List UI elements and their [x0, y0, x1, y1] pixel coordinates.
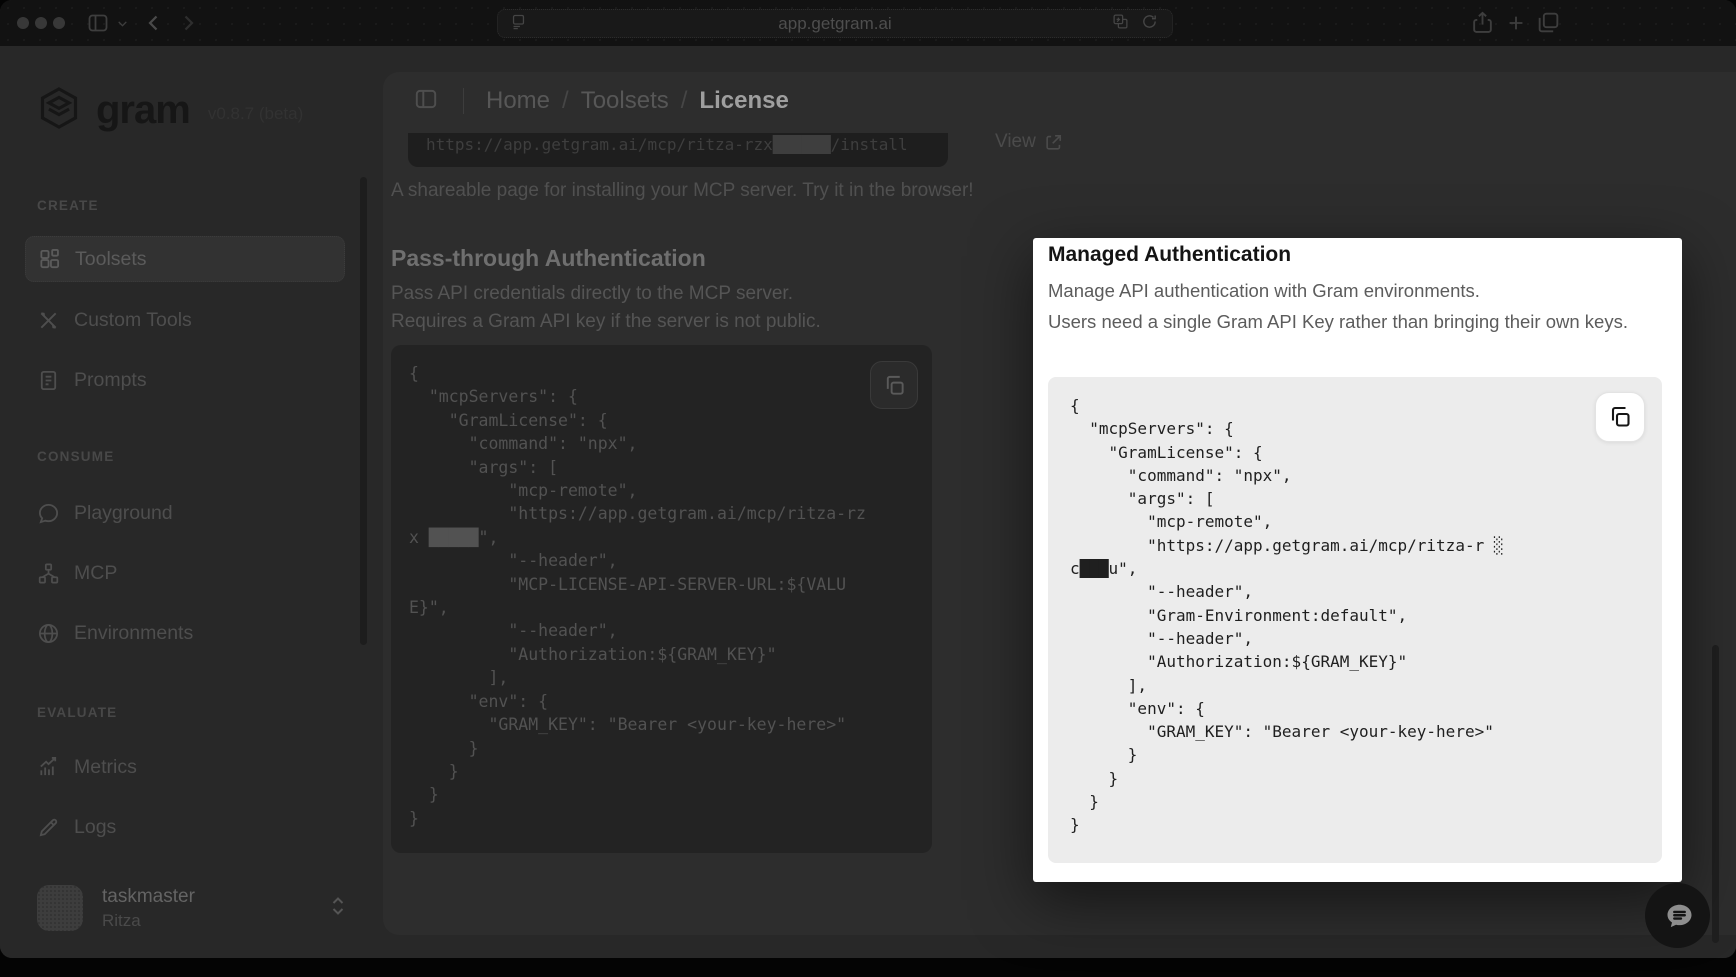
user-name: taskmaster — [102, 886, 195, 908]
sidebar-item-metrics[interactable]: Metrics — [25, 744, 345, 790]
traffic-lights — [17, 17, 65, 29]
copy-icon — [1608, 405, 1632, 429]
sidebar-item-label: Environments — [74, 622, 193, 645]
screenshot-stage: app.getgram.ai — [0, 0, 1736, 977]
browser-chrome: app.getgram.ai — [0, 0, 1736, 46]
gram-logo-icon — [36, 86, 82, 135]
network-icon — [37, 562, 60, 585]
breadcrumb: Home / Toolsets / License — [486, 87, 789, 115]
managed-auth-title: Managed Authentication — [1048, 243, 1291, 267]
brand-version: v0.8.7 (beta) — [208, 98, 303, 124]
external-link-icon — [1044, 133, 1063, 152]
breadcrumb-toolsets[interactable]: Toolsets — [581, 87, 669, 115]
pencil-icon — [37, 816, 60, 839]
new-tab-icon[interactable] — [1505, 12, 1527, 34]
passthrough-code-block: { "mcpServers": { "GramLicense": { "comm… — [391, 345, 932, 853]
address-bar[interactable]: app.getgram.ai — [497, 9, 1173, 38]
sidebar-item-label: Logs — [74, 816, 116, 839]
forward-icon[interactable] — [176, 11, 200, 35]
sidebar-item-playground[interactable]: Playground — [25, 490, 345, 536]
zoom-window-button[interactable] — [53, 17, 65, 29]
toolbar-sidebar-icon[interactable] — [86, 11, 110, 35]
sidebar-item-custom-tools[interactable]: Custom Tools — [25, 297, 345, 343]
sidebar-item-label: Prompts — [74, 369, 147, 392]
passthrough-code[interactable]: { "mcpServers": { "GramLicense": { "comm… — [391, 345, 932, 847]
custom-tools-icon — [37, 309, 60, 332]
chat-bubble-icon — [37, 502, 60, 525]
breadcrumb-home[interactable]: Home — [486, 87, 550, 115]
passthrough-desc-1: Pass API credentials directly to the MCP… — [391, 283, 793, 305]
nav-section-consume: CONSUME — [37, 449, 114, 464]
prompts-icon — [37, 369, 60, 392]
sidebar-item-label: Toolsets — [75, 248, 147, 271]
window-scrollbar-thumb[interactable] — [1712, 645, 1719, 943]
sidebar-item-logs[interactable]: Logs — [25, 804, 345, 850]
sidebar-item-mcp[interactable]: MCP — [25, 550, 345, 596]
managed-auth-code-block: { "mcpServers": { "GramLicense": { "comm… — [1048, 377, 1662, 863]
managed-auth-desc: Manage API authentication with Gram envi… — [1048, 276, 1662, 337]
share-icon[interactable] — [1470, 10, 1495, 35]
divider — [463, 88, 464, 114]
install-url-field[interactable]: https://app.getgram.ai/mcp/ritza-rzx████… — [408, 133, 948, 167]
metrics-icon — [37, 756, 60, 779]
reload-icon[interactable] — [1141, 13, 1158, 35]
url-text: app.getgram.ai — [498, 14, 1172, 34]
sidebar-item-label: Playground — [74, 502, 173, 525]
view-button[interactable]: View — [995, 133, 1063, 153]
managed-auth-desc-2: Users need a single Gram API Key rather … — [1048, 311, 1628, 332]
chat-bubble-icon — [1660, 898, 1696, 934]
copy-button[interactable] — [870, 361, 918, 409]
sidebar-item-label: MCP — [74, 562, 117, 585]
share-note: A shareable page for installing your MCP… — [391, 180, 974, 202]
breadcrumb-current: License — [699, 87, 788, 115]
sidebar-item-label: Custom Tools — [74, 309, 192, 332]
globe-icon — [37, 622, 60, 645]
user-org: Ritza — [102, 911, 195, 931]
chevron-down-icon[interactable] — [116, 17, 129, 30]
toolsets-icon — [38, 248, 61, 271]
nav-section-create: CREATE — [37, 198, 99, 213]
breadcrumb-separator: / — [562, 87, 569, 115]
sidebar-item-prompts[interactable]: Prompts — [25, 357, 345, 403]
translate-icon[interactable] — [1112, 13, 1129, 35]
passthrough-title: Pass-through Authentication — [391, 245, 706, 272]
passthrough-desc-2: Requires a Gram API key if the server is… — [391, 311, 821, 333]
close-window-button[interactable] — [17, 17, 29, 29]
sidebar-toggle-icon[interactable] — [413, 86, 439, 117]
chat-widget-button[interactable] — [1645, 883, 1710, 948]
managed-auth-code[interactable]: { "mcpServers": { "GramLicense": { "comm… — [1048, 377, 1662, 854]
copy-icon — [883, 374, 906, 397]
tab-overview-icon[interactable] — [1536, 10, 1561, 35]
copy-button[interactable] — [1595, 392, 1645, 442]
minimize-window-button[interactable] — [35, 17, 47, 29]
managed-auth-panel: Managed Authentication Manage API authen… — [1033, 238, 1682, 882]
install-url-text: https://app.getgram.ai/mcp/ritza-rzx████… — [426, 135, 908, 154]
breadcrumb-separator: / — [681, 87, 688, 115]
back-icon[interactable] — [142, 11, 166, 35]
brand-name: gram — [96, 88, 190, 133]
sidebar-scrollbar-thumb[interactable] — [360, 177, 367, 645]
nav-section-evaluate: EVALUATE — [37, 705, 117, 720]
breadcrumb-row: Home / Toolsets / License — [383, 84, 789, 118]
sidebar-item-toolsets[interactable]: Toolsets — [25, 236, 345, 282]
avatar — [37, 885, 83, 931]
brand[interactable]: gram v0.8.7 (beta) — [36, 86, 303, 135]
view-label: View — [995, 133, 1036, 153]
user-switcher[interactable]: taskmaster Ritza — [37, 885, 347, 931]
sidebar-item-environments[interactable]: Environments — [25, 610, 345, 656]
managed-auth-desc-1: Manage API authentication with Gram envi… — [1048, 280, 1480, 301]
chevron-up-down-icon — [329, 894, 347, 923]
sidebar: gram v0.8.7 (beta) CREATE Toolsets Custo… — [0, 46, 360, 958]
sidebar-item-label: Metrics — [74, 756, 137, 779]
